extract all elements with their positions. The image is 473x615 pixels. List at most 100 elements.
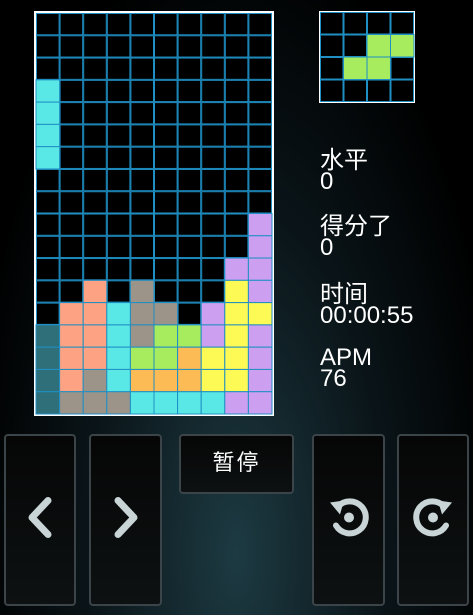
empty-cell xyxy=(154,280,178,303)
empty-cell xyxy=(130,79,155,103)
empty-cell xyxy=(201,102,225,125)
empty-cell xyxy=(224,57,249,80)
block-cell xyxy=(224,391,249,415)
empty-cell xyxy=(177,79,202,103)
preview-empty-cell xyxy=(343,79,367,102)
block-cell xyxy=(177,368,202,393)
empty-cell xyxy=(224,79,249,103)
empty-cell xyxy=(36,213,60,236)
empty-cell xyxy=(36,191,60,214)
rotate-cw-button[interactable] xyxy=(397,434,469,606)
empty-cell xyxy=(130,102,155,125)
empty-cell xyxy=(106,191,131,214)
empty-cell xyxy=(106,102,131,125)
empty-cell xyxy=(83,57,107,80)
empty-cell xyxy=(83,35,107,58)
block-cell xyxy=(106,368,131,393)
preview-empty-cell xyxy=(343,12,367,35)
empty-cell xyxy=(177,146,202,169)
block-cell xyxy=(224,324,249,348)
block-cell xyxy=(224,279,249,304)
block-cell xyxy=(247,368,273,393)
empty-cell xyxy=(177,235,202,259)
board-grid xyxy=(35,13,273,415)
empty-cell xyxy=(36,302,60,325)
empty-cell xyxy=(59,191,84,214)
empty-cell xyxy=(154,168,178,192)
empty-cell xyxy=(154,57,178,80)
move-right-button[interactable] xyxy=(89,434,162,606)
empty-cell xyxy=(130,57,155,80)
empty-cell xyxy=(201,13,225,36)
score-value: 0 xyxy=(320,234,334,261)
block-cell xyxy=(35,346,61,370)
block-cell xyxy=(82,279,108,304)
block-cell xyxy=(59,302,84,326)
empty-cell xyxy=(130,35,155,58)
empty-cell xyxy=(154,258,178,281)
empty-cell xyxy=(177,280,202,303)
empty-cell xyxy=(130,235,155,259)
block-cell xyxy=(82,391,108,415)
block-cell xyxy=(82,302,108,326)
empty-cell xyxy=(224,13,249,36)
block-cell xyxy=(59,391,84,415)
empty-cell xyxy=(248,146,272,169)
empty-cell xyxy=(248,191,272,214)
empty-cell xyxy=(224,35,249,58)
block-cell xyxy=(106,302,131,326)
empty-cell xyxy=(106,35,131,58)
block-cell xyxy=(129,324,155,348)
empty-cell xyxy=(248,168,272,192)
empty-cell xyxy=(201,124,225,147)
empty-cell xyxy=(248,57,272,80)
empty-cell xyxy=(154,146,178,169)
empty-cell xyxy=(106,79,131,103)
block-cell xyxy=(35,79,61,103)
empty-cell xyxy=(130,124,155,147)
rotate-cw-icon xyxy=(399,493,467,548)
block-cell xyxy=(247,279,273,304)
empty-cell xyxy=(177,302,202,325)
block-cell xyxy=(177,391,202,415)
empty-cell xyxy=(248,13,272,36)
pause-button[interactable]: 暂停 xyxy=(179,434,294,494)
empty-cell xyxy=(130,168,155,192)
block-cell xyxy=(247,213,273,237)
block-cell xyxy=(35,146,61,170)
block-cell xyxy=(129,302,155,326)
empty-cell xyxy=(59,235,84,259)
empty-cell xyxy=(154,124,178,147)
block-cell xyxy=(247,302,273,326)
empty-cell xyxy=(106,258,131,281)
block-cell xyxy=(200,324,226,348)
block-cell xyxy=(106,346,131,370)
block-cell xyxy=(224,346,249,370)
next-piece-preview xyxy=(319,11,415,103)
empty-cell xyxy=(201,168,225,192)
empty-cell xyxy=(83,13,107,36)
empty-cell xyxy=(177,191,202,214)
empty-cell xyxy=(224,213,249,236)
empty-cell xyxy=(177,102,202,125)
empty-cell xyxy=(36,57,60,80)
apm-value: 76 xyxy=(320,365,347,392)
block-cell xyxy=(177,346,202,370)
move-left-button[interactable] xyxy=(4,434,76,606)
block-cell xyxy=(82,368,108,393)
block-cell xyxy=(82,324,108,348)
block-cell xyxy=(35,324,61,348)
next-piece-block xyxy=(343,56,368,80)
block-cell xyxy=(153,346,179,370)
empty-cell xyxy=(201,258,225,281)
empty-cell xyxy=(36,35,60,58)
empty-cell xyxy=(36,235,60,259)
block-cell xyxy=(247,346,273,370)
empty-cell xyxy=(224,102,249,125)
empty-cell xyxy=(36,13,60,36)
game-board xyxy=(34,11,274,416)
block-cell xyxy=(129,368,155,393)
block-cell xyxy=(35,101,61,125)
rotate-ccw-button[interactable] xyxy=(312,434,385,606)
empty-cell xyxy=(201,79,225,103)
